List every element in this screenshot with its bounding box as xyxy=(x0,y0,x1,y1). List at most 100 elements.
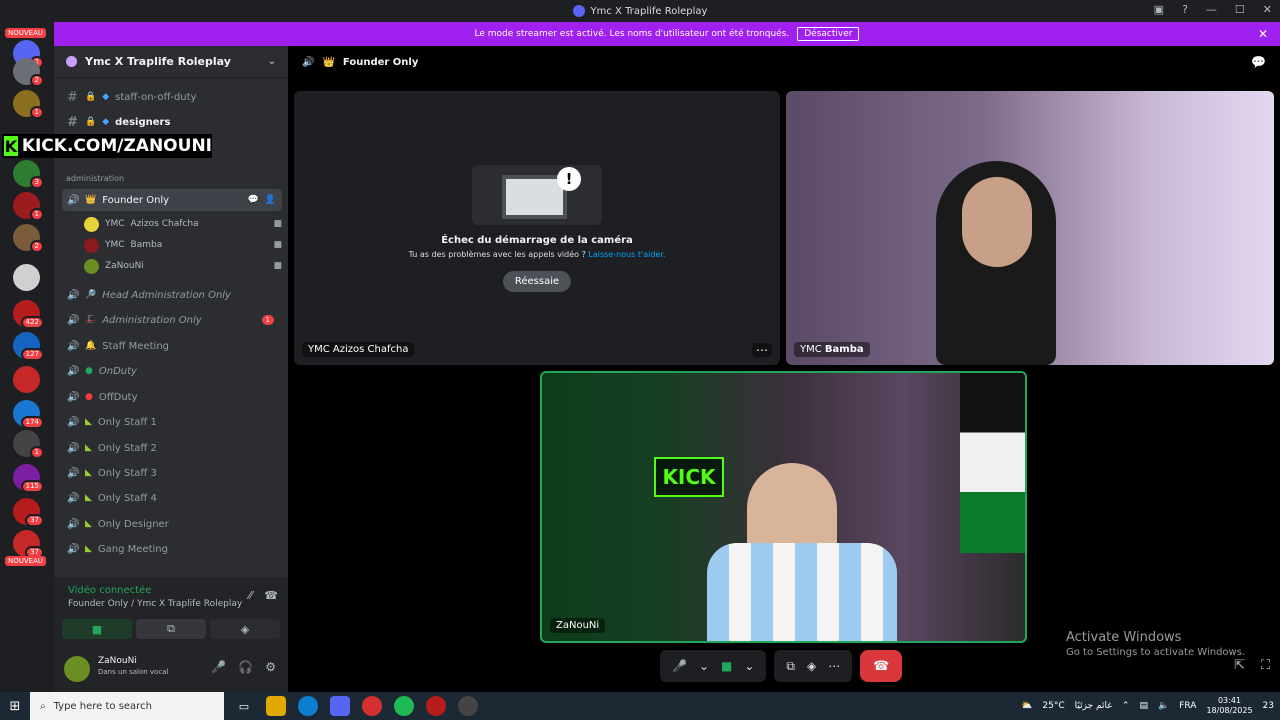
app-icon[interactable] xyxy=(426,696,446,716)
chat-icon[interactable]: 💬 xyxy=(1251,55,1266,69)
voice-channel[interactable]: 🔊 🔔 Staff Meeting xyxy=(62,335,282,357)
server-icon[interactable]: 2 xyxy=(13,58,44,87)
screen-share-icon[interactable]: ⧉ xyxy=(786,659,795,674)
voice-channel[interactable]: 🔊 ◣ Only Staff 1 xyxy=(62,411,282,433)
server-icon[interactable]: 37 xyxy=(13,498,44,527)
server-icon[interactable]: 115 xyxy=(13,464,44,493)
voice-channel[interactable]: 🔊 ◣ Only Staff 3 xyxy=(62,462,282,484)
video-tile[interactable]: YMC Bamba xyxy=(786,91,1274,365)
edge-icon[interactable] xyxy=(298,696,318,716)
gamepad-icon[interactable]: ◈ xyxy=(807,659,816,673)
add-user-icon[interactable]: 👤 xyxy=(265,195,276,205)
webcam-shirt xyxy=(707,543,897,641)
voice-channel[interactable]: 🔊 🔎 Head Administration Only xyxy=(62,284,282,306)
disconnect-call-button[interactable]: ☎ xyxy=(860,650,903,682)
voice-channel-founder-only[interactable]: 🔊 👑 Founder Only 💬 👤 xyxy=(62,189,282,211)
help-link[interactable]: Laisse-nous t'aider. xyxy=(588,250,665,259)
activity-button[interactable]: ◈ xyxy=(210,619,280,639)
channel-designers[interactable]: # 🔒 ◆ designers xyxy=(62,111,282,133)
fullscreen-icon[interactable]: ⛶ xyxy=(1261,658,1270,673)
volume-icon[interactable]: 🔈 xyxy=(1158,701,1169,711)
chevron-down-icon[interactable]: ⌄ xyxy=(744,659,754,673)
server-icon[interactable]: 1 xyxy=(13,430,44,459)
language-indicator[interactable]: FRA xyxy=(1179,701,1196,711)
spotify-icon[interactable] xyxy=(394,696,414,716)
network-icon[interactable]: ▤ xyxy=(1139,701,1148,711)
headphones-icon[interactable]: 🎧 xyxy=(238,660,253,674)
noise-suppression-icon[interactable]: ⁄⁄ xyxy=(249,589,253,602)
guild-header[interactable]: Ymc X Traplife Roleplay ⌄ xyxy=(54,46,288,78)
video-tile[interactable]: ! Échec du démarrage de la caméra Tu as … xyxy=(294,91,780,365)
video-tile-speaking[interactable]: KICK ZaNouNi xyxy=(540,371,1027,643)
notification-count[interactable]: 23 xyxy=(1263,701,1274,711)
speaker-icon: 🔊 xyxy=(67,467,80,479)
more-options-icon[interactable]: ⋯ xyxy=(828,659,840,673)
disconnect-icon[interactable]: ☎ xyxy=(264,589,278,602)
server-icon[interactable]: 174 xyxy=(13,400,44,429)
voice-channel[interactable]: 🔊 ◣ Gang Meeting xyxy=(62,538,282,560)
voice-user[interactable]: YMC Azizos Chafcha ■ xyxy=(84,214,282,234)
channel-label: Gang Meeting xyxy=(97,543,168,555)
screen-share-button[interactable]: ⧉ xyxy=(136,619,206,639)
camera-toggle-button[interactable]: ■ xyxy=(62,619,132,639)
call-area: 🔊 👑 Founder Only 💬 ! Échec du démarrage … xyxy=(288,46,1280,692)
voice-user[interactable]: YMC Bamba ■ xyxy=(84,235,282,255)
retry-button[interactable]: Réessaie xyxy=(502,270,572,292)
server-icon[interactable] xyxy=(13,366,40,393)
server-icon[interactable]: 37 xyxy=(13,530,44,559)
gear-icon[interactable]: ⚙ xyxy=(265,660,276,674)
more-options-icon[interactable]: ⋯ xyxy=(752,343,772,357)
voice-channel[interactable]: 🔊 ● OffDuty xyxy=(62,386,282,408)
server-icon[interactable] xyxy=(13,264,40,291)
server-icon[interactable]: 1 xyxy=(13,192,44,221)
connection-location[interactable]: Founder Only / Ymc X Traplife Roleplay xyxy=(68,599,242,609)
microphone-icon[interactable]: 🎤 xyxy=(211,660,226,674)
camera-icon[interactable]: ■ xyxy=(721,659,732,673)
app-icon[interactable] xyxy=(362,696,382,716)
server-icon[interactable]: 2 xyxy=(13,224,44,253)
app-icon[interactable] xyxy=(458,696,478,716)
popout-icon[interactable]: ⇱ xyxy=(1234,658,1245,673)
participant-label: Azizos Chafcha xyxy=(332,344,409,355)
voice-user[interactable]: ZaNouNi ■ xyxy=(84,256,282,276)
chat-icon[interactable]: 💬 xyxy=(248,195,259,205)
server-icon[interactable]: 3 xyxy=(13,160,44,189)
voice-channel[interactable]: 🔊 ◣ Only Staff 4 xyxy=(62,487,282,509)
chevron-up-icon[interactable]: ⌃ xyxy=(1122,701,1130,711)
discord-icon[interactable] xyxy=(330,696,350,716)
minimize-button[interactable]: — xyxy=(1206,3,1217,16)
close-icon[interactable]: ✕ xyxy=(1258,27,1268,41)
voice-channel[interactable]: 🔊 ◣ Only Designer xyxy=(62,513,282,535)
task-view-icon[interactable]: ▭ xyxy=(234,696,254,716)
taskbar-search[interactable]: ⌕ Type here to search xyxy=(30,692,224,720)
unread-badge: 422 xyxy=(20,316,44,329)
chevron-down-icon[interactable]: ⌄ xyxy=(268,56,276,67)
avatar[interactable] xyxy=(64,656,90,682)
microphone-icon[interactable]: 🎤 xyxy=(672,659,687,673)
window-title-group: Ymc X Traplife Roleplay xyxy=(572,5,707,17)
file-explorer-icon[interactable] xyxy=(266,696,286,716)
channel-staff-on-off-duty[interactable]: # 🔒 ◆ staff-on-off-duty xyxy=(62,86,282,108)
server-icon[interactable]: 422 xyxy=(13,300,44,329)
category-administration[interactable]: administration xyxy=(66,174,124,183)
close-window-button[interactable]: ✕ xyxy=(1263,3,1272,16)
speaker-icon: 🔊 xyxy=(67,340,80,352)
call-header: 🔊 👑 Founder Only 💬 xyxy=(288,46,1280,78)
weather-temp[interactable]: 25°C xyxy=(1042,701,1064,711)
voice-channel[interactable]: 🔊 🎩 Administration Only 1 xyxy=(62,309,282,331)
voice-channel[interactable]: 🔊 ◣ Only Staff 2 xyxy=(62,437,282,459)
server-icon[interactable]: 1 xyxy=(13,90,44,119)
server-icon[interactable]: 127 xyxy=(13,332,44,361)
windows-start-icon[interactable]: ⊞ xyxy=(0,692,30,720)
voice-channel[interactable]: 🔊 ● OnDuty xyxy=(62,360,282,382)
help-icon[interactable]: ? xyxy=(1182,3,1188,16)
channel-label: OffDuty xyxy=(98,391,138,403)
connection-status: Vidéo connectée xyxy=(68,585,152,596)
clock[interactable]: 03:41 18/08/2025 xyxy=(1206,696,1252,716)
inbox-icon[interactable]: ▣ xyxy=(1154,3,1164,16)
maximize-button[interactable]: ☐ xyxy=(1235,3,1245,16)
search-icon: ⌕ xyxy=(40,700,46,712)
flag xyxy=(960,373,1025,553)
disable-streamer-button[interactable]: Désactiver xyxy=(797,27,860,41)
chevron-down-icon[interactable]: ⌄ xyxy=(699,659,709,673)
